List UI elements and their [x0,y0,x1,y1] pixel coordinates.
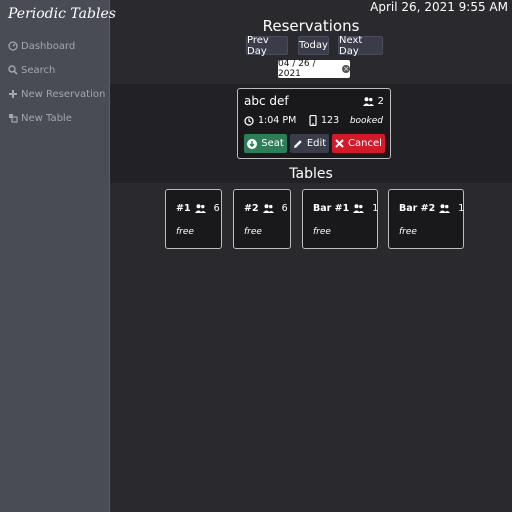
reservation-party: 2 [362,96,384,107]
table-name: #2 [244,203,259,214]
table-capacity: 6 [213,203,220,214]
sidebar: Periodic Tables Dashboard Search New Res… [0,0,116,512]
sidebar-item-label: Search [21,64,56,76]
search-icon [8,65,18,75]
date-input-value: 04 / 26 / 2021 [278,59,316,79]
table-name-row: #2 6 [244,203,288,214]
table-status: free [244,227,262,237]
reservation-time: 1:04 PM [244,115,296,126]
phone-value: 123 [321,115,340,126]
sidebar-item-label: Dashboard [21,40,76,52]
table-name: #1 [176,203,191,214]
sidebar-item-label: New Reservation [21,88,106,100]
close-icon [335,139,344,148]
table-icon [9,114,18,123]
table-name-row: Bar #2 1 [399,203,464,214]
table-capacity: 6 [281,203,288,214]
people-icon [262,204,274,213]
time-value: 1:04 PM [258,115,297,126]
sidebar-item-new-table[interactable]: New Table [8,111,72,125]
table-name-row: #1 6 [176,203,220,214]
reservation-card: abc def 2 1:04 PM 123 booked Seat Edit C… [237,88,391,159]
reservation-status: booked [349,116,383,126]
cancel-button[interactable]: Cancel [332,134,385,153]
people-icon [439,204,451,213]
seat-label: Seat [261,138,284,149]
sidebar-item-dashboard[interactable]: Dashboard [8,39,75,53]
date-input[interactable]: 04 / 26 / 2021 × [278,59,350,79]
dashboard-icon [8,41,18,51]
people-icon [362,97,374,106]
people-icon [353,204,365,213]
reservation-phone: 123 [309,115,339,126]
tables-heading: Tables [289,166,333,182]
table-name-row: Bar #1 1 [313,203,378,214]
reservation-name: abc def [244,94,289,108]
table-status: free [176,227,194,237]
download-circle-icon [247,138,258,149]
party-size: 2 [377,96,384,107]
current-datetime: April 26, 2021 9:55 AM [370,0,508,14]
table-name: Bar #1 [313,203,350,214]
table-capacity: 1 [372,203,379,214]
table-card: Bar #1 1 free [302,189,378,249]
next-day-button[interactable]: Next Day [338,35,383,57]
reservations-heading: Reservations [262,17,360,35]
edit-button[interactable]: Edit [290,134,329,153]
edit-label: Edit [306,138,327,149]
plus-icon [9,90,17,98]
table-status: free [313,227,331,237]
sidebar-item-new-reservation[interactable]: New Reservation [8,87,105,101]
seat-button[interactable]: Seat [244,134,287,153]
brand-title[interactable]: Periodic Tables [8,6,116,22]
sidebar-item-label: New Table [21,112,72,124]
table-capacity: 1 [458,203,465,214]
table-status: free [399,227,417,237]
table-card: Bar #2 1 free [388,189,464,249]
today-button[interactable]: Today [298,36,329,55]
people-icon [194,204,206,213]
sidebar-item-search[interactable]: Search [8,63,55,77]
prev-day-button[interactable]: Prev Day [246,35,288,57]
clear-date-icon[interactable]: × [342,65,350,73]
table-name: Bar #2 [399,203,436,214]
table-card: #1 6 free [165,189,222,249]
clock-icon [244,115,254,126]
pencil-icon [293,139,302,148]
phone-icon [309,115,317,126]
cancel-label: Cancel [348,138,382,149]
table-card: #2 6 free [233,189,291,249]
